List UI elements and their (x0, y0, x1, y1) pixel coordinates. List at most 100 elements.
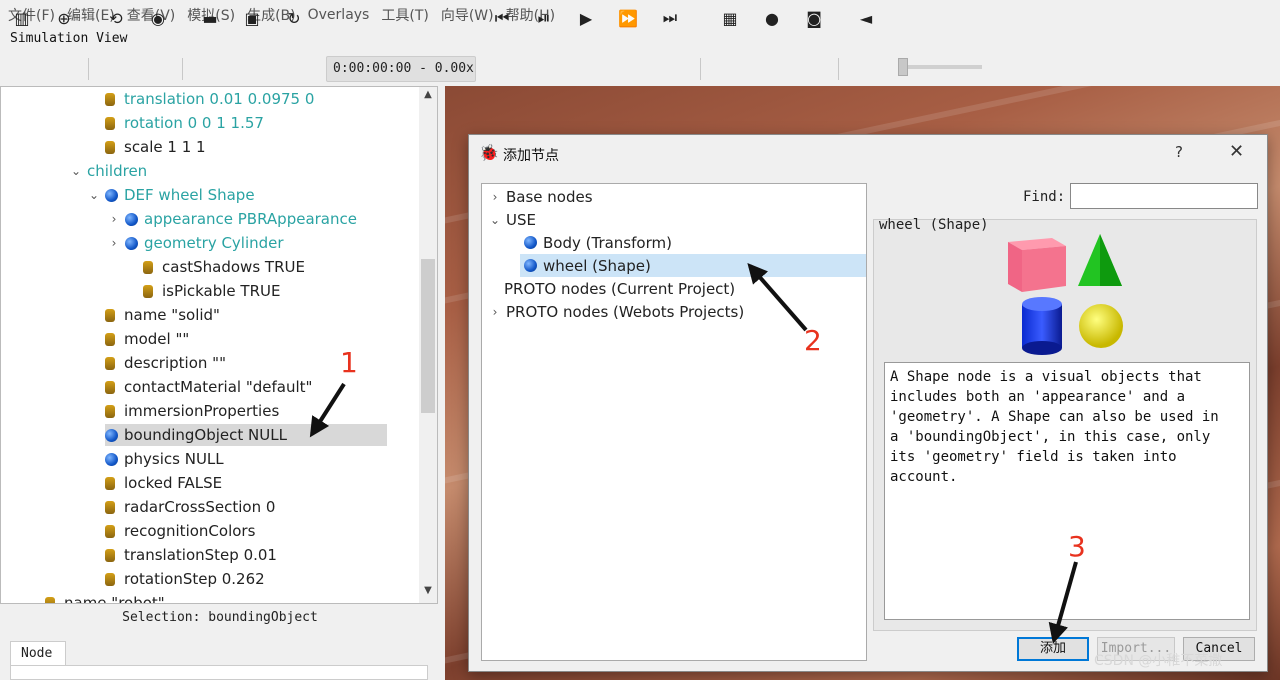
chevron-right-icon[interactable]: › (107, 236, 121, 250)
add-node-dialog: 🐞 添加节点 ? ✕ › Base nodes ⌄ USE Body (Transfor… (468, 134, 1268, 672)
tree-row-label: scale 1 1 1 (124, 138, 206, 156)
tree-row[interactable]: locked FALSE (105, 472, 222, 494)
field-icon (105, 404, 115, 418)
node-list-item[interactable]: › Base nodes (482, 185, 593, 208)
tree-row[interactable]: translationStep 0.01 (105, 544, 277, 566)
node-icon (524, 259, 537, 272)
tree-row[interactable]: scale 1 1 1 (105, 136, 206, 158)
node-panel (10, 665, 428, 680)
add-button[interactable]: 添加 (1017, 637, 1089, 661)
node-list-item[interactable]: › PROTO nodes (Webots Projects) (482, 300, 745, 323)
node-list-label: wheel (Shape) (543, 256, 651, 275)
scrollbar-thumb[interactable] (421, 259, 435, 413)
screenshot-icon[interactable]: ◙ (802, 7, 826, 29)
tree-row[interactable]: › geometry Cylinder (107, 232, 284, 254)
scroll-down-icon[interactable]: ▼ (419, 585, 437, 601)
tree-row-label: DEF wheel Shape (124, 186, 255, 204)
node-preview-panel: A Shape node is a visual objects that in… (873, 219, 1257, 631)
simulation-view-title: Simulation View (10, 31, 128, 46)
open-folder-icon[interactable]: ▬ (198, 7, 222, 29)
annotation-number-1: 1 (340, 346, 358, 379)
volume-slider-track[interactable] (898, 65, 982, 69)
field-icon (105, 308, 115, 322)
help-button[interactable]: ? (1175, 143, 1183, 161)
node-icon (125, 212, 138, 226)
tree-row[interactable]: rotationStep 0.262 (105, 568, 265, 590)
field-icon (105, 500, 115, 514)
chevron-right-icon[interactable]: › (107, 212, 121, 226)
chevron-down-icon[interactable]: ⌄ (488, 213, 502, 227)
chevron-down-icon[interactable]: ⌄ (69, 164, 83, 178)
tree-row-label: model "" (124, 330, 190, 348)
field-icon (105, 140, 115, 154)
tree-row[interactable]: castShadows TRUE (143, 256, 305, 278)
step-back-icon[interactable]: ⏮ (490, 7, 514, 29)
field-icon (105, 356, 115, 370)
field-icon (143, 284, 153, 298)
tree-row[interactable]: › appearance PBRAppearance (107, 208, 357, 230)
tree-row[interactable]: boundingObject NULL (105, 424, 387, 446)
field-icon (105, 116, 115, 130)
node-icon (105, 452, 118, 466)
fast-forward-icon[interactable]: ⏩ (616, 7, 640, 29)
record-icon[interactable]: ● (760, 7, 784, 29)
save-icon[interactable]: ▣ (240, 7, 264, 29)
tree-row[interactable]: ⌄ children (69, 160, 147, 182)
watermark: CSDN @小稚不菜撒 (1094, 653, 1223, 669)
toggle-panel-icon[interactable]: ▥ (10, 7, 34, 29)
play-icon[interactable]: ▶ (574, 7, 598, 29)
menu-item-5[interactable]: Overlays (302, 7, 376, 23)
tree-row-label: castShadows TRUE (162, 258, 305, 276)
find-label: Find: (1023, 189, 1066, 205)
chevron-right-icon[interactable]: › (488, 305, 502, 319)
scene-tree: ▲ ▼ translation 0.01 0.0975 0 rotation 0 … (0, 86, 438, 604)
node-list: › Base nodes ⌄ USE Body (Transform) wheel (Sh… (481, 183, 867, 661)
reset-view-icon[interactable]: ⟲ (104, 7, 128, 29)
record-movie-icon[interactable]: ▦ (718, 7, 742, 29)
annotation-number-3: 3 (1068, 530, 1086, 563)
node-list-label: PROTO nodes (Current Project) (504, 279, 736, 298)
tree-row[interactable]: radarCrossSection 0 (105, 496, 275, 518)
add-node-icon[interactable]: ⊕ (52, 7, 76, 29)
scroll-up-icon[interactable]: ▲ (419, 89, 437, 105)
chevron-down-icon[interactable]: ⌄ (87, 188, 101, 202)
toolbar-divider (700, 58, 701, 80)
tree-row[interactable]: name "robot" (45, 592, 165, 603)
tree-row-label: locked FALSE (124, 474, 223, 492)
node-list-label: Base nodes (506, 187, 593, 206)
tree-row[interactable]: recognitionColors (105, 520, 255, 542)
node-list-item[interactable]: Body (Transform) (482, 231, 672, 254)
mute-icon[interactable]: ◄ (854, 7, 878, 29)
eye-icon[interactable]: ◉ (146, 7, 170, 29)
menu-item-6[interactable]: 工具(T) (375, 5, 434, 25)
tree-row-label: appearance PBRAppearance (144, 210, 357, 228)
tree-row-label: recognitionColors (124, 522, 256, 540)
volume-slider-handle[interactable] (898, 58, 908, 76)
field-icon (105, 572, 115, 586)
tree-row-label: children (87, 162, 148, 180)
tree-row[interactable]: name "solid" (105, 304, 220, 326)
tree-row[interactable]: physics NULL (105, 448, 224, 470)
tree-row[interactable]: ⌄ DEF wheel Shape (87, 184, 255, 206)
tree-row[interactable]: contactMaterial "default" (105, 376, 312, 398)
find-input[interactable] (1070, 183, 1258, 209)
node-list-item[interactable]: wheel (Shape) (520, 254, 866, 277)
tree-row[interactable]: rotation 0 0 1 1.57 (105, 112, 264, 134)
reload-icon[interactable]: ↻ (282, 7, 306, 29)
tree-row[interactable]: model "" (105, 328, 189, 350)
tree-row[interactable]: description "" (105, 352, 226, 374)
node-list-item[interactable]: PROTO nodes (Current Project) (482, 277, 735, 300)
tree-row[interactable]: immersionProperties (105, 400, 279, 422)
tab-node[interactable]: Node (10, 641, 66, 667)
toolbar (0, 50, 1280, 86)
chevron-right-icon[interactable]: › (488, 190, 502, 204)
close-button[interactable]: ✕ (1229, 141, 1244, 162)
node-icon (524, 236, 537, 249)
node-list-item[interactable]: ⌄ USE (482, 208, 536, 231)
tree-row[interactable]: isPickable TRUE (143, 280, 280, 302)
scene-tree-scrollbar[interactable]: ▲ ▼ (419, 87, 437, 603)
step-icon[interactable]: ⏯ (532, 7, 556, 29)
fastest-icon[interactable]: ⏭ (658, 7, 682, 29)
shape-preview-icon (1008, 234, 1123, 355)
tree-row[interactable]: translation 0.01 0.0975 0 (105, 88, 314, 110)
